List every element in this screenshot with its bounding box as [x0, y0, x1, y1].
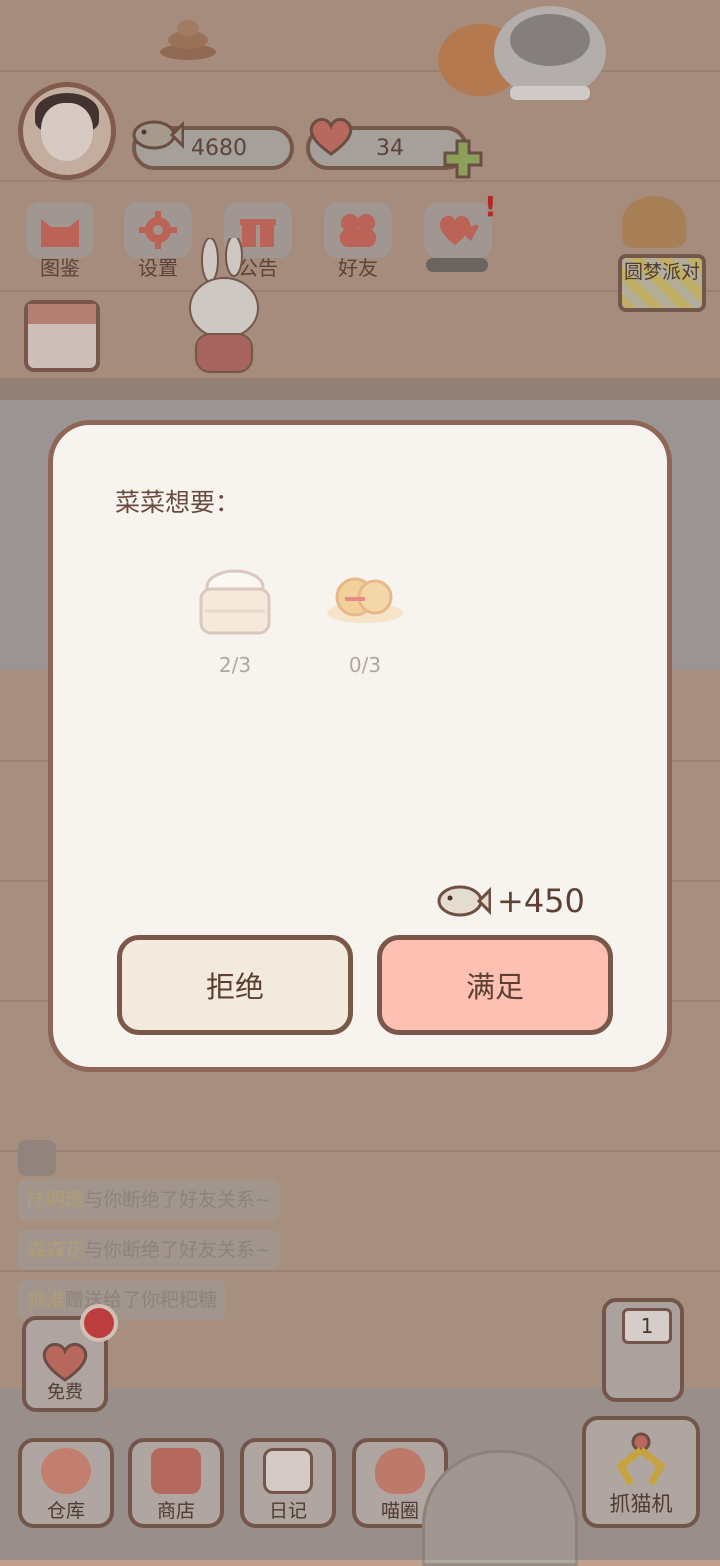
requested-item[interactable]: 2/3 [185, 563, 285, 677]
item-count: 2/3 [218, 653, 252, 677]
reward-display: +450 [433, 881, 585, 921]
fish-icon [437, 885, 491, 917]
steamed-bun-basket-icon [199, 569, 271, 635]
requested-item[interactable]: 0/3 [315, 563, 415, 677]
dialog-title: 菜菜想要： [115, 488, 241, 517]
accept-button[interactable]: 满足 [377, 935, 613, 1035]
reward-value: +450 [497, 882, 585, 920]
item-count: 0/3 [348, 653, 382, 677]
reject-button[interactable]: 拒绝 [117, 935, 353, 1035]
request-dialog: 菜菜想要： 2/3 0/3 +450 拒绝 满足 [48, 420, 672, 1072]
pastry-plate-icon [327, 577, 403, 623]
